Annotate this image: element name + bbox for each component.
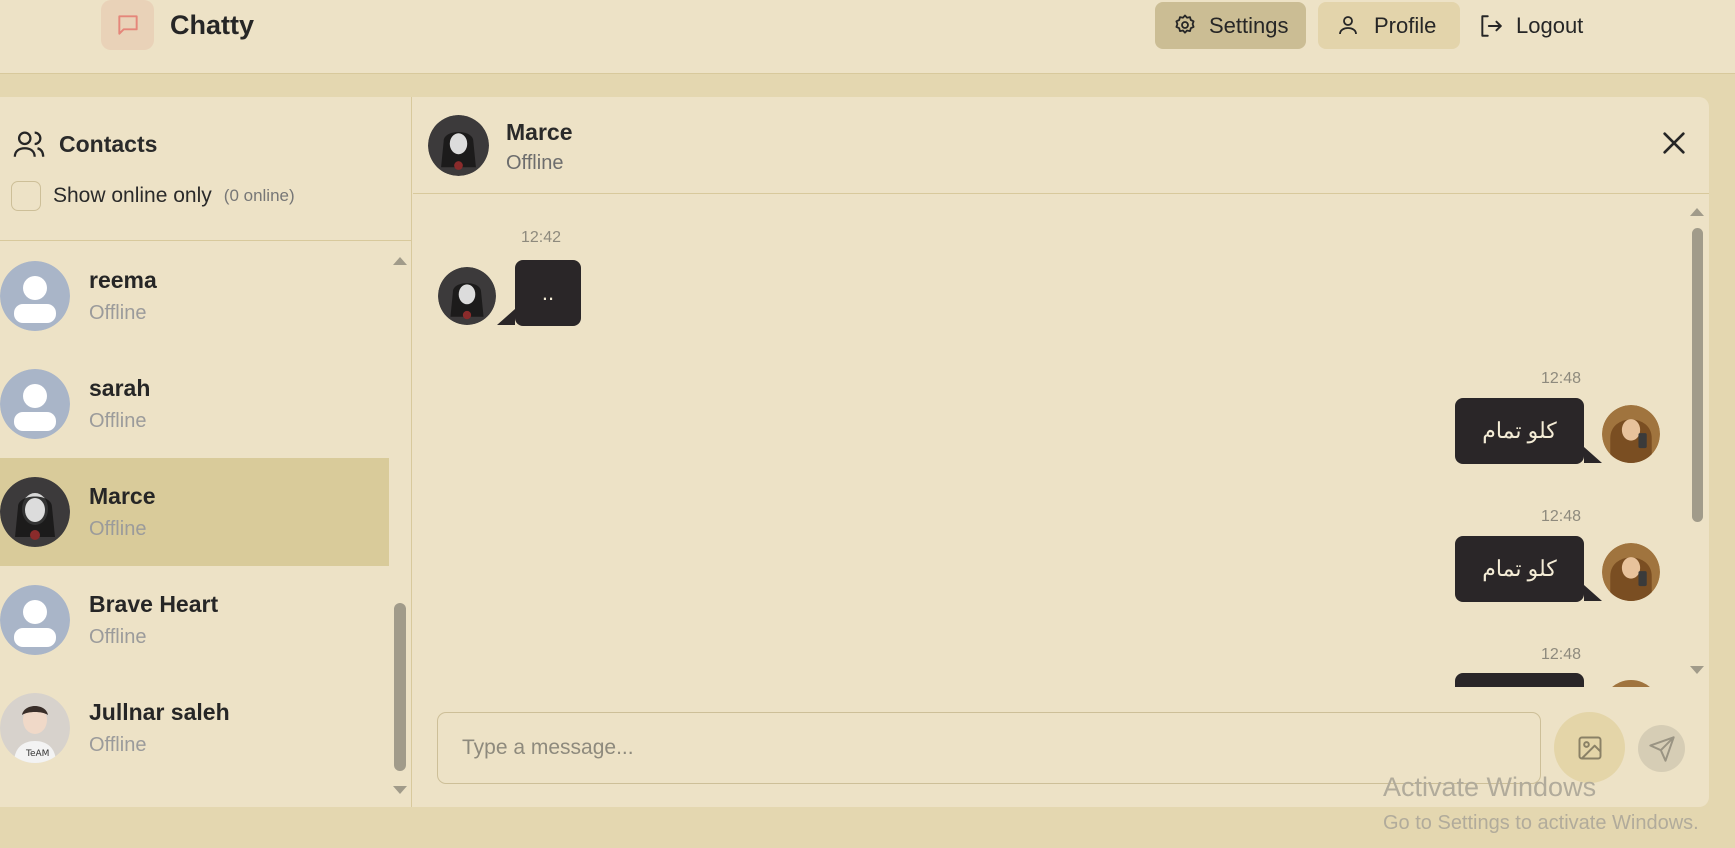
contact-status: Offline [89, 626, 147, 648]
sender-avatar [438, 267, 496, 325]
contact-item-selected[interactable]: Marce Offline [0, 458, 389, 566]
profile-button[interactable]: Profile [1318, 2, 1460, 49]
contacts-title-text: Contacts [59, 130, 158, 157]
online-only-label[interactable]: Show online only [53, 184, 212, 208]
online-filter[interactable]: Show online only (0 online) [11, 181, 295, 211]
close-chat-button[interactable] [1658, 127, 1690, 159]
contact-status: Offline [89, 410, 147, 432]
messages-scrollbar-thumb[interactable] [1692, 228, 1703, 522]
contacts-sidebar: Contacts Show online only (0 online) ree… [0, 97, 412, 807]
contact-item[interactable]: sarah Offline [0, 350, 389, 458]
bubble-tail [1584, 585, 1602, 601]
logout-label: Logout [1516, 12, 1584, 38]
message-text: .. [541, 280, 555, 305]
logout-icon [1478, 13, 1504, 39]
avatar [0, 477, 70, 547]
avatar: TeAM [0, 693, 70, 763]
avatar [0, 585, 70, 655]
avatar [25, 266, 83, 324]
chat-contact-name: Marce [506, 119, 573, 145]
app-logo[interactable] [101, 0, 154, 50]
bubble-tail [1584, 447, 1602, 463]
user-icon [1336, 13, 1362, 39]
chat-bubble-icon [117, 15, 138, 35]
my-avatar-partial [1602, 680, 1660, 687]
gear-icon [1173, 13, 1197, 39]
contact-name: Brave Heart [89, 591, 219, 617]
contact-name: sarah [89, 375, 151, 401]
avatar [0, 369, 70, 439]
my-avatar [1602, 543, 1660, 601]
message-input[interactable]: Type a message... [437, 712, 1541, 784]
windows-watermark-subtitle: Go to Settings to activate Windows. [1383, 812, 1699, 834]
settings-label: Settings [1209, 12, 1289, 38]
message-time: 12:42 [521, 229, 562, 246]
message-bubble: كلو تمام [1455, 398, 1584, 464]
message-text: كلو تمام [1482, 418, 1557, 443]
bubble-tail [497, 309, 515, 325]
contact-item[interactable]: Brave Heart Offline [0, 566, 389, 674]
message-text: كلو تمام [1482, 556, 1557, 581]
chat-container: Contacts Show online only (0 online) ree… [0, 97, 1709, 807]
contact-status: Offline [89, 734, 147, 756]
scroll-down-arrow[interactable] [393, 786, 407, 794]
messages-scroll-down[interactable] [1690, 666, 1704, 674]
contact-name: Jullnar saleh [89, 699, 230, 725]
send-button[interactable] [1638, 725, 1685, 772]
contact-name: reema [89, 267, 157, 293]
contact-status: Offline [89, 302, 147, 324]
top-navbar: Chatty Settings Profile Logout [0, 0, 1735, 74]
image-icon [1578, 736, 1601, 759]
message-time: 12:48 [1541, 646, 1582, 663]
settings-button[interactable]: Settings [1155, 2, 1306, 49]
chat-header: Marce Offline [413, 97, 1709, 194]
sender-avatar-img-2 [438, 364, 496, 422]
svg-text:TeAM: TeAM [25, 749, 49, 759]
contact-name: Marce [89, 483, 156, 509]
my-avatar [1602, 405, 1660, 463]
profile-label: Profile [1374, 12, 1437, 38]
online-count: (0 online) [223, 186, 295, 205]
close-icon [1663, 132, 1685, 154]
message-time: 12:48 [1541, 370, 1582, 387]
contact-list: reema Offline sarah Offline Marce Offlin… [0, 242, 389, 807]
message-list: 12:42 [413, 195, 1709, 785]
online-only-checkbox[interactable] [11, 181, 41, 211]
contacts-title: Contacts [12, 127, 157, 161]
message-bubble: كلو تمام [1455, 536, 1584, 602]
message-bubble: .. [515, 260, 581, 326]
windows-watermark-title: Activate Windows [1383, 772, 1597, 802]
chat-avatar [428, 115, 489, 176]
scroll-up-arrow[interactable] [393, 257, 407, 265]
contacts-header: Contacts Show online only (0 online) [0, 97, 412, 241]
contact-status: Offline [89, 518, 147, 540]
messages-scroll-up[interactable] [1690, 208, 1704, 216]
chat-contact-status: Offline [506, 152, 564, 174]
app-title[interactable]: Chatty [170, 10, 254, 41]
users-icon [12, 127, 46, 161]
sidebar-scrollbar-thumb[interactable] [394, 603, 406, 771]
send-icon [1648, 735, 1675, 762]
contact-item[interactable]: TeAM Jullnar saleh Offline [0, 674, 389, 782]
logout-button[interactable]: Logout [1460, 2, 1610, 49]
message-bubble-partial [1455, 673, 1584, 687]
message-time: 12:48 [1541, 508, 1582, 525]
